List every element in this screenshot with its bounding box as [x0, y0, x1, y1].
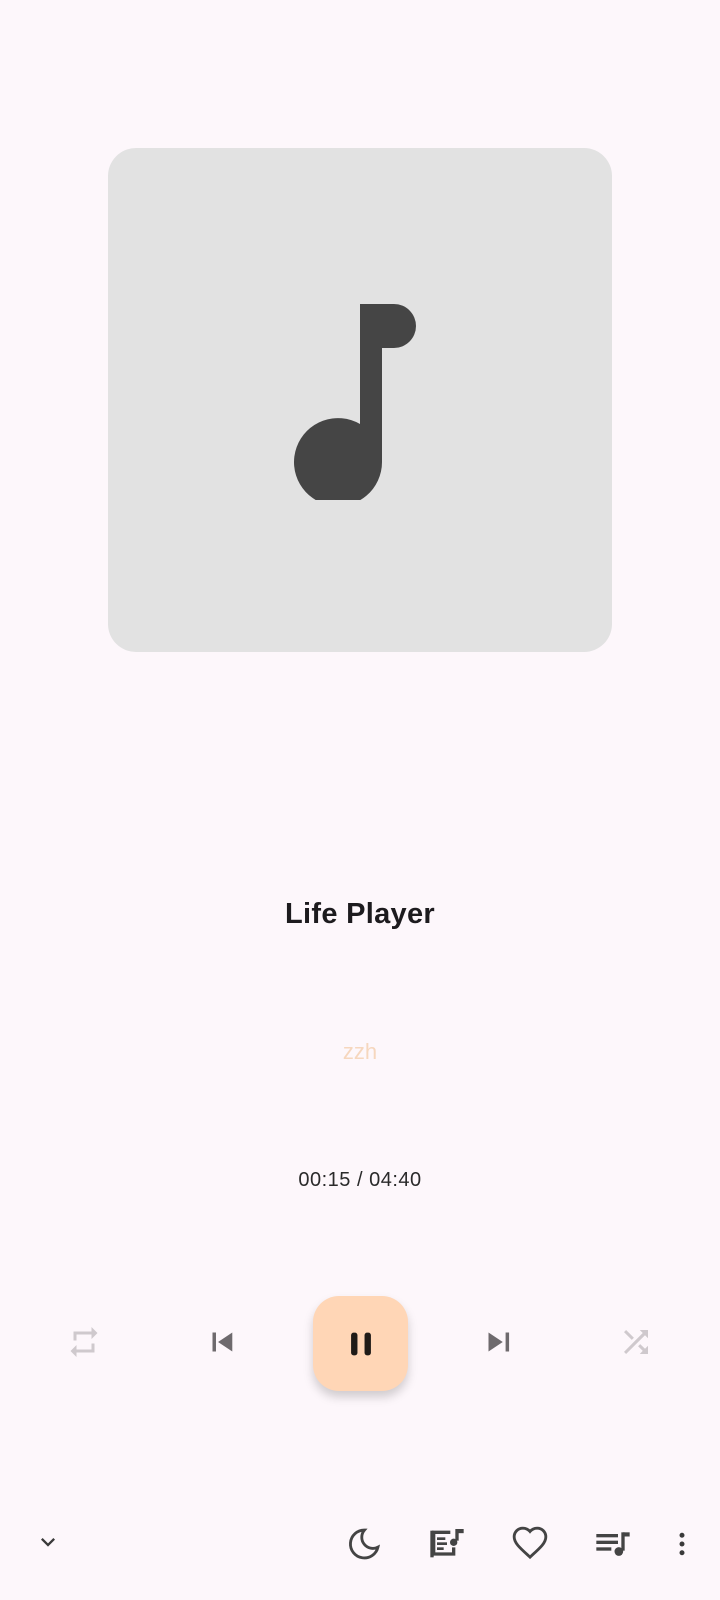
shuffle-icon	[624, 1330, 648, 1354]
heart-icon	[512, 1526, 548, 1560]
more-vert-icon	[679, 1532, 685, 1556]
album-artwork	[108, 148, 612, 652]
chevron-down-icon	[41, 1538, 55, 1547]
lyrics-button[interactable]	[424, 1522, 470, 1566]
sleep-timer-button[interactable]	[342, 1522, 386, 1566]
artist-name[interactable]: zzh	[0, 1039, 720, 1065]
moon-icon	[349, 1528, 381, 1560]
more-options-button[interactable]	[664, 1522, 700, 1566]
music-note-icon	[294, 304, 416, 500]
repeat-icon	[70, 1327, 98, 1357]
previous-button[interactable]	[200, 1320, 244, 1364]
lyrics-icon	[430, 1529, 464, 1558]
pause-icon	[350, 1332, 371, 1355]
skip-previous-icon	[212, 1332, 233, 1352]
playback-time: 00:15 / 04:40	[298, 1169, 422, 1191]
skip-next-icon	[488, 1332, 510, 1352]
queue-button[interactable]	[590, 1522, 636, 1566]
song-title: Life Player	[285, 898, 435, 930]
play-pause-button[interactable]	[313, 1296, 408, 1391]
collapse-button[interactable]	[28, 1522, 68, 1562]
favorite-button[interactable]	[508, 1522, 552, 1566]
next-button[interactable]	[476, 1320, 520, 1364]
shuffle-button[interactable]	[614, 1320, 658, 1364]
queue-music-icon	[596, 1532, 630, 1556]
repeat-button[interactable]	[62, 1320, 106, 1364]
